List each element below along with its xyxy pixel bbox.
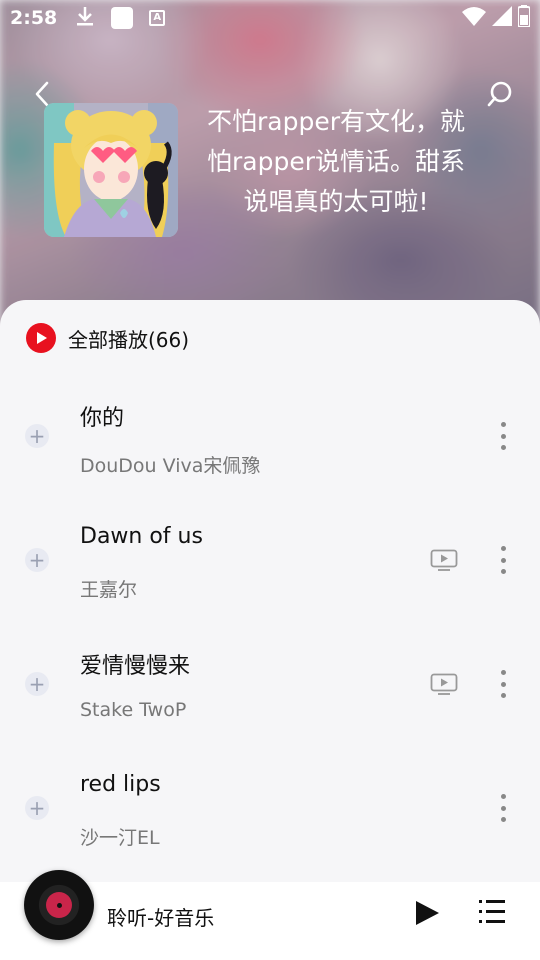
playlist-title-line: 说唱真的太可啦! [243,187,429,216]
more-options-icon[interactable] [492,793,514,823]
now-playing-label: 聆听-好音乐 [107,906,215,930]
signal-icon [492,6,512,30]
song-title: Dawn of us [80,524,203,549]
song-artist: DouDou Viva宋佩豫 [80,455,261,477]
more-options-icon[interactable] [492,421,514,451]
playlist-title-line: 怕rapper说情话。甜系 [207,147,465,176]
add-icon[interactable]: + [25,672,49,696]
song-row[interactable]: + 你的 DouDou Viva宋佩豫 [0,374,540,498]
song-list-sheet: 全部播放(66) + 你的 DouDou Viva宋佩豫 + Dawn of u… [0,300,540,882]
song-artist: 王嘉尔 [80,579,138,601]
app-icon [111,7,134,29]
download-icon [75,5,95,31]
vinyl-disc-icon[interactable] [24,870,94,940]
song-row[interactable]: + Dawn of us 王嘉尔 [0,498,540,622]
status-time: 2:58 [10,7,58,29]
song-row[interactable]: + red lips 沙一汀EL [0,746,540,870]
song-row[interactable]: + 爱情慢慢来 Stake TwoP [0,622,540,746]
mini-player[interactable]: 聆听-好音乐 [0,870,540,960]
wifi-icon [462,6,486,30]
search-icon [487,81,512,107]
play-all-button[interactable]: 全部播放(66) [26,322,189,354]
playlist-icon[interactable] [477,896,507,926]
battery-icon [517,5,531,31]
add-icon[interactable]: + [25,548,49,572]
song-title: 你的 [80,406,125,431]
more-options-icon[interactable] [492,545,514,575]
song-artist: Stake TwoP [80,699,187,721]
mv-icon[interactable] [430,673,458,695]
a-icon: A [149,10,166,26]
play-circle-icon [26,323,56,353]
cover-illustration [44,103,178,237]
play-all-label: 全部播放(66) [68,327,190,352]
status-bar: 2:58 A [0,0,540,36]
chevron-left-icon [35,81,49,107]
search-button[interactable] [484,78,516,110]
mv-icon[interactable] [430,549,458,571]
song-title: 爱情慢慢来 [80,654,191,679]
song-artist: 沙一汀EL [80,827,160,849]
playlist-cover[interactable] [44,103,178,237]
song-title: red lips [80,772,161,797]
disc-label [46,892,72,918]
play-icon[interactable] [412,898,442,928]
add-icon[interactable]: + [25,796,49,820]
more-options-icon[interactable] [492,669,514,699]
playlist-title: 不怕rapper有文化，就 怕rapper说情话。甜系 说唱真的太可啦! [196,102,476,222]
playlist-title-line: 不怕rapper有文化，就 [207,107,465,136]
add-icon[interactable]: + [25,424,49,448]
